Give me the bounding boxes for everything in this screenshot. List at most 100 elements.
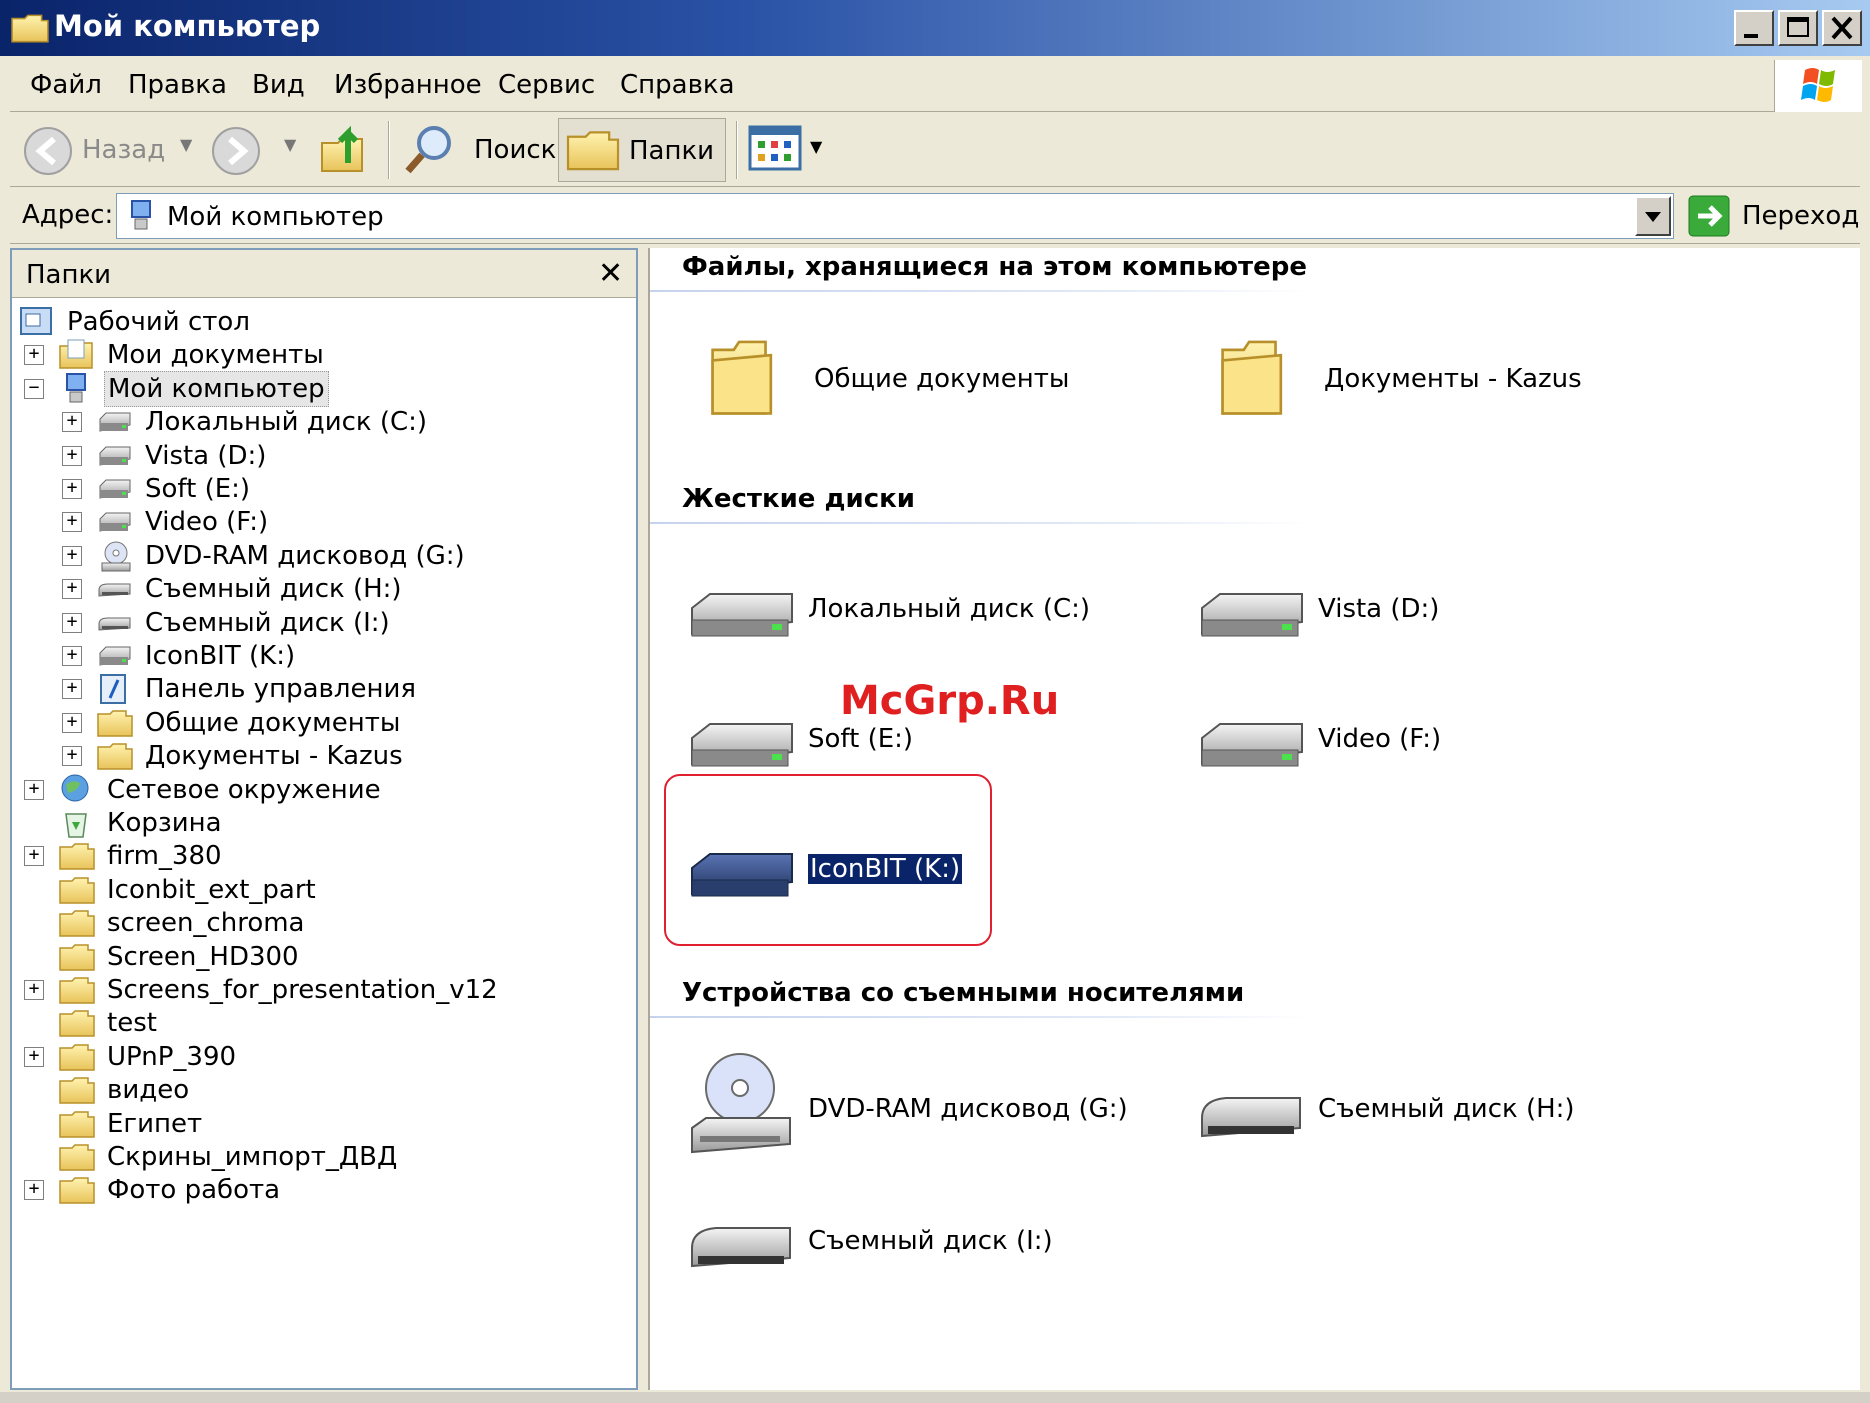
tree-item[interactable]: Screen_HD300: [24, 939, 302, 975]
menu-edit[interactable]: Правка: [128, 70, 227, 100]
maximize-icon: [1787, 17, 1809, 37]
views-button[interactable]: ▼: [746, 123, 836, 177]
tree-item[interactable]: + firm_380: [24, 838, 225, 874]
tree-item[interactable]: + Screens_for_presentation_v12: [24, 972, 501, 1008]
network-icon: [58, 773, 96, 807]
removable-drive-large-icon: [691, 1227, 791, 1268]
tree-item[interactable]: Корзина: [24, 805, 225, 841]
tree-item[interactable]: + IconBIT (K:): [62, 638, 298, 674]
collapse-icon[interactable]: −: [24, 378, 44, 399]
hard-drive-icon: [96, 405, 134, 439]
tree-item[interactable]: + Video (F:): [62, 504, 271, 540]
menu-help[interactable]: Справка: [620, 70, 735, 100]
expand-icon[interactable]: +: [62, 746, 82, 767]
tree-item[interactable]: Рабочий стол: [18, 304, 253, 340]
tree-item[interactable]: видео: [24, 1072, 192, 1108]
tree-item-label: Мой компьютер: [104, 370, 329, 407]
expand-icon[interactable]: +: [62, 545, 82, 566]
tree-item-label: Съемный диск (I:): [145, 607, 390, 638]
tree-item[interactable]: + Локальный диск (C:): [62, 404, 430, 440]
dvd-drive-large-icon: [691, 1053, 791, 1154]
expand-icon[interactable]: +: [24, 1180, 44, 1201]
back-button[interactable]: Назад: [18, 121, 198, 179]
search-button[interactable]: Поиск: [402, 121, 556, 179]
window-title: Мой компьютер: [54, 9, 321, 43]
expand-icon[interactable]: +: [62, 479, 82, 499]
close-button[interactable]: [1822, 10, 1862, 46]
tree-item-label: screen_chroma: [107, 908, 305, 939]
tree-item-label: Локальный диск (C:): [145, 407, 428, 438]
expand-icon[interactable]: +: [62, 412, 82, 433]
forward-dropdown-icon[interactable]: ▼: [284, 135, 296, 154]
tree-item[interactable]: + UPnP_390: [24, 1039, 239, 1075]
expand-icon[interactable]: +: [24, 846, 44, 867]
folder-icon: [58, 1006, 96, 1040]
tree-item[interactable]: + Съемный диск (H:): [62, 571, 405, 607]
tree-item-label: Сетевое окружение: [107, 774, 381, 805]
folders-label: Папки: [629, 136, 715, 166]
tree-item[interactable]: + Общие документы: [62, 705, 403, 741]
folder-icon: [58, 873, 96, 907]
close-pane-icon[interactable]: ✕: [598, 256, 623, 291]
item-label: Vista (D:): [1318, 594, 1440, 624]
tree-item-label: Vista (D:): [145, 440, 267, 471]
menu-view[interactable]: Вид: [252, 70, 305, 100]
forward-button[interactable]: [206, 121, 266, 179]
expand-icon[interactable]: +: [62, 646, 82, 666]
item-label: Съемный диск (I:): [808, 1226, 1053, 1256]
go-button[interactable]: Переход: [1680, 193, 1859, 239]
address-value: Мой компьютер: [167, 202, 384, 232]
tree-item[interactable]: + Soft (E:): [62, 471, 253, 507]
tree-item[interactable]: + Панель управления: [62, 671, 419, 707]
address-input[interactable]: Мой компьютер: [116, 193, 1674, 239]
up-button[interactable]: [318, 119, 374, 179]
tree-item-label: DVD-RAM дисковод (G:): [145, 540, 465, 571]
tree-item[interactable]: screen_chroma: [24, 905, 308, 941]
tree-item[interactable]: − Мой компьютер: [24, 370, 329, 407]
tree-item[interactable]: + Съемный диск (I:): [62, 605, 393, 641]
tree-item[interactable]: + Vista (D:): [62, 438, 269, 474]
tree-item[interactable]: test: [24, 1005, 160, 1041]
back-dropdown-icon[interactable]: ▼: [180, 135, 192, 154]
my-computer-icon: [58, 372, 96, 406]
folder-icon: [58, 1173, 96, 1207]
tree-item-label: Корзина: [107, 808, 222, 838]
expand-icon[interactable]: +: [24, 779, 44, 800]
expand-icon[interactable]: +: [62, 712, 82, 733]
hard-drive-icon: [96, 472, 134, 506]
tree-item-label: Мои документы: [107, 340, 324, 371]
minimize-icon: [1744, 34, 1758, 38]
title-bar[interactable]: Мой компьютер: [0, 0, 1870, 56]
tree-item[interactable]: + DVD-RAM дисковод (G:): [62, 538, 468, 574]
expand-icon[interactable]: +: [24, 1046, 44, 1067]
expand-icon[interactable]: +: [62, 679, 82, 700]
address-label: Адрес:: [22, 200, 114, 230]
minimize-button[interactable]: [1734, 10, 1774, 46]
tree-item[interactable]: + Фото работа: [24, 1172, 283, 1208]
expand-icon[interactable]: +: [24, 980, 44, 1000]
tree-item[interactable]: + Сетевое окружение: [24, 772, 384, 808]
expand-icon[interactable]: +: [62, 579, 82, 600]
maximize-button[interactable]: [1778, 10, 1818, 46]
menu-file[interactable]: Файл: [30, 70, 102, 100]
tree-item-label: Soft (E:): [145, 474, 251, 504]
group-header-files: Файлы, хранящиеся на этом компьютере: [682, 252, 1307, 282]
removable-drive-icon: [96, 572, 134, 606]
menu-tools[interactable]: Сервис: [498, 70, 595, 100]
expand-icon[interactable]: +: [62, 612, 82, 633]
tree-item[interactable]: Скрины_импорт_ДВД: [24, 1139, 400, 1175]
expand-icon[interactable]: +: [62, 512, 82, 533]
views-icon: [748, 125, 802, 171]
expand-icon[interactable]: +: [62, 445, 82, 466]
address-dropdown-button[interactable]: [1635, 196, 1671, 236]
expand-icon[interactable]: +: [24, 345, 44, 366]
tree-item[interactable]: + Документы - Kazus: [62, 738, 406, 774]
tree-item[interactable]: + Мои документы: [24, 337, 327, 373]
tree-item[interactable]: Египет: [24, 1106, 205, 1142]
menu-favorites[interactable]: Избранное: [334, 70, 482, 100]
folders-button[interactable]: Папки: [558, 118, 726, 182]
tree-item[interactable]: Iconbit_ext_part: [24, 872, 319, 908]
item-label: Soft (E:): [808, 724, 914, 754]
item-label: Video (F:): [1318, 724, 1442, 754]
tree-item-label: Египет: [107, 1108, 203, 1139]
